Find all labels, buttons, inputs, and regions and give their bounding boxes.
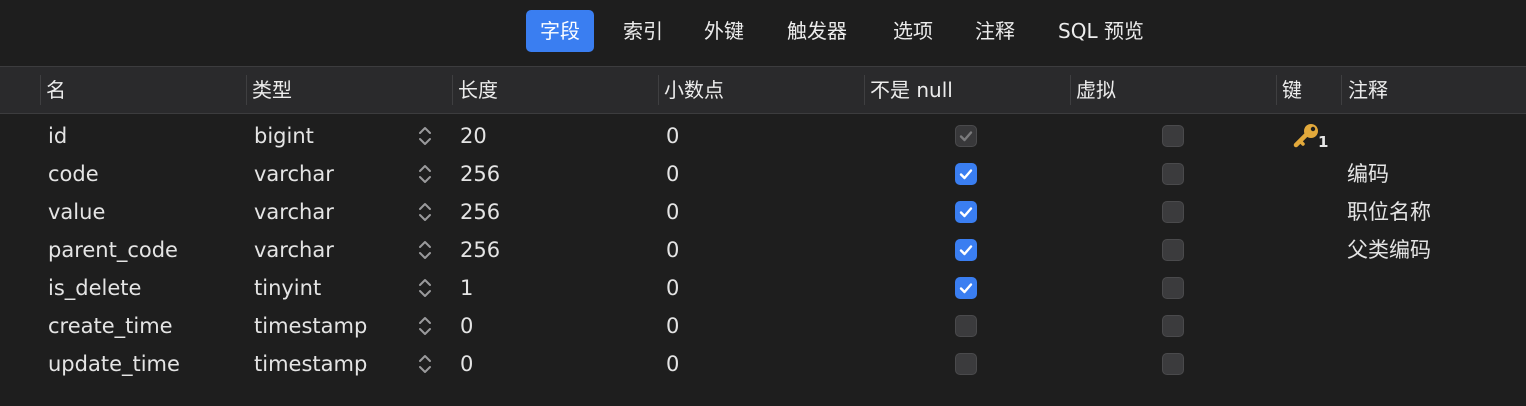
field-comment[interactable]: 编码 xyxy=(1347,155,1389,193)
header-virtual[interactable]: 虚拟 xyxy=(1076,67,1116,113)
chevron-up-down-icon[interactable] xyxy=(417,352,433,376)
chevron-up-down-icon[interactable] xyxy=(417,238,433,262)
column-divider[interactable] xyxy=(40,75,41,105)
not-null-checkbox[interactable] xyxy=(955,315,977,337)
table-row[interactable]: id bigint 20 0 1 xyxy=(0,117,1526,155)
header-decimals[interactable]: 小数点 xyxy=(664,67,724,113)
table-row[interactable]: parent_code varchar 256 0 父类编码 xyxy=(0,231,1526,269)
not-null-checkbox[interactable] xyxy=(955,125,977,147)
field-name[interactable]: is_delete xyxy=(48,269,141,307)
not-null-checkbox[interactable] xyxy=(955,353,977,375)
field-type[interactable]: varchar xyxy=(254,193,334,231)
tab-fields[interactable]: 字段 xyxy=(526,10,594,52)
header-length[interactable]: 长度 xyxy=(458,67,498,113)
virtual-checkbox[interactable] xyxy=(1162,163,1184,185)
check-icon xyxy=(959,207,973,218)
chevron-up-down-icon[interactable] xyxy=(417,124,433,148)
column-divider[interactable] xyxy=(452,75,453,105)
field-length[interactable]: 256 xyxy=(460,193,500,231)
header-type[interactable]: 类型 xyxy=(252,67,292,113)
virtual-checkbox[interactable] xyxy=(1162,239,1184,261)
virtual-checkbox[interactable] xyxy=(1162,125,1184,147)
not-null-checkbox[interactable] xyxy=(955,201,977,223)
tab-options[interactable]: 选项 xyxy=(879,10,947,52)
chevron-up-down-icon[interactable] xyxy=(417,162,433,186)
tab-triggers[interactable]: 触发器 xyxy=(773,10,861,52)
field-type[interactable]: timestamp xyxy=(254,345,367,383)
field-decimals[interactable]: 0 xyxy=(666,193,679,231)
check-icon xyxy=(959,169,973,180)
field-length[interactable]: 0 xyxy=(460,345,473,383)
field-name[interactable]: value xyxy=(48,193,105,231)
field-length[interactable]: 20 xyxy=(460,117,487,155)
field-name[interactable]: code xyxy=(48,155,99,193)
not-null-checkbox[interactable] xyxy=(955,239,977,261)
tab-comment[interactable]: 注释 xyxy=(961,10,1029,52)
column-divider[interactable] xyxy=(1070,75,1071,105)
key-icon[interactable]: 1 xyxy=(1292,121,1332,151)
field-name[interactable]: create_time xyxy=(48,307,173,345)
field-length[interactable]: 1 xyxy=(460,269,473,307)
field-name[interactable]: id xyxy=(48,117,67,155)
field-decimals[interactable]: 0 xyxy=(666,117,679,155)
tab-indexes[interactable]: 索引 xyxy=(609,10,677,52)
field-type[interactable]: varchar xyxy=(254,231,334,269)
virtual-checkbox[interactable] xyxy=(1162,201,1184,223)
field-decimals[interactable]: 0 xyxy=(666,345,679,383)
check-icon xyxy=(959,283,973,294)
not-null-checkbox[interactable] xyxy=(955,277,977,299)
field-type[interactable]: varchar xyxy=(254,155,334,193)
field-decimals[interactable]: 0 xyxy=(666,155,679,193)
field-name[interactable]: update_time xyxy=(48,345,180,383)
header-not-null[interactable]: 不是 null xyxy=(870,67,953,113)
field-decimals[interactable]: 0 xyxy=(666,269,679,307)
table-row[interactable]: code varchar 256 0 编码 xyxy=(0,155,1526,193)
column-divider[interactable] xyxy=(246,75,247,105)
check-icon xyxy=(959,245,973,256)
table-row[interactable]: update_time timestamp 0 0 xyxy=(0,345,1526,383)
chevron-up-down-icon[interactable] xyxy=(417,314,433,338)
tab-foreign-keys[interactable]: 外键 xyxy=(690,10,758,52)
header-comment[interactable]: 注释 xyxy=(1348,67,1388,113)
field-decimals[interactable]: 0 xyxy=(666,307,679,345)
field-type[interactable]: tinyint xyxy=(254,269,321,307)
field-decimals[interactable]: 0 xyxy=(666,231,679,269)
column-divider[interactable] xyxy=(864,75,865,105)
table-header: 名 类型 长度 小数点 不是 null 虚拟 键 注释 xyxy=(0,66,1526,114)
field-length[interactable]: 256 xyxy=(460,155,500,193)
tab-bar: 字段 索引 外键 触发器 选项 注释 SQL 预览 xyxy=(0,0,1526,66)
column-divider[interactable] xyxy=(658,75,659,105)
field-name[interactable]: parent_code xyxy=(48,231,178,269)
virtual-checkbox[interactable] xyxy=(1162,353,1184,375)
chevron-up-down-icon[interactable] xyxy=(417,276,433,300)
field-comment[interactable]: 职位名称 xyxy=(1347,193,1431,231)
not-null-checkbox[interactable] xyxy=(955,163,977,185)
table-row[interactable]: is_delete tinyint 1 0 xyxy=(0,269,1526,307)
header-key[interactable]: 键 xyxy=(1282,67,1302,113)
field-comment[interactable]: 父类编码 xyxy=(1347,231,1431,269)
field-length[interactable]: 0 xyxy=(460,307,473,345)
field-type[interactable]: bigint xyxy=(254,117,314,155)
column-divider[interactable] xyxy=(1341,75,1342,105)
field-type[interactable]: timestamp xyxy=(254,307,367,345)
table-row[interactable]: value varchar 256 0 职位名称 xyxy=(0,193,1526,231)
chevron-up-down-icon[interactable] xyxy=(417,200,433,224)
header-name[interactable]: 名 xyxy=(46,67,66,113)
column-divider[interactable] xyxy=(1276,75,1277,105)
virtual-checkbox[interactable] xyxy=(1162,315,1184,337)
key-order-number: 1 xyxy=(1318,133,1329,151)
tab-sql-preview[interactable]: SQL 预览 xyxy=(1044,10,1158,52)
table-row[interactable]: create_time timestamp 0 0 xyxy=(0,307,1526,345)
check-icon xyxy=(959,131,973,142)
virtual-checkbox[interactable] xyxy=(1162,277,1184,299)
field-length[interactable]: 256 xyxy=(460,231,500,269)
